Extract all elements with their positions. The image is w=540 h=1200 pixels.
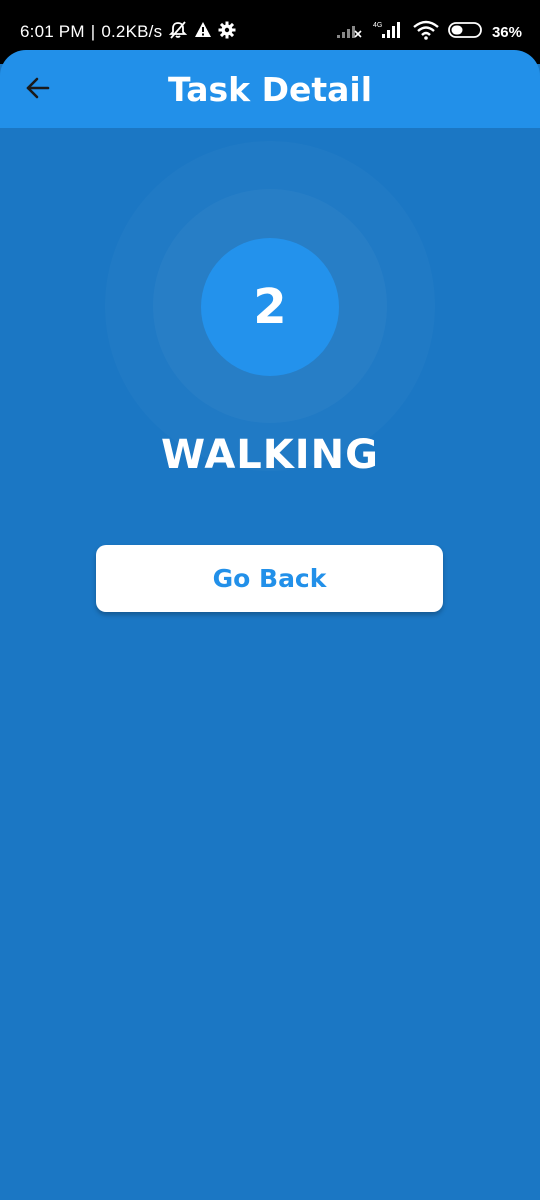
app-bar: Task Detail: [0, 50, 540, 128]
network-type-label: 4G: [373, 22, 382, 29]
status-net-speed: 0.2KB/s: [101, 22, 163, 41]
page-title: Task Detail: [167, 70, 373, 109]
settings-gear-icon: [218, 21, 236, 44]
go-back-button[interactable]: Go Back: [96, 545, 443, 612]
go-back-label: Go Back: [212, 564, 327, 593]
signal-no-service-icon: [336, 20, 362, 45]
status-separator: |: [90, 22, 96, 41]
status-right: 4G 36%: [336, 18, 522, 46]
wifi-icon: [412, 19, 440, 46]
status-time: 6:01 PM: [20, 22, 85, 41]
activity-label: WALKING: [161, 432, 379, 478]
battery-percentage: 36%: [491, 23, 522, 41]
bell-off-icon: [168, 20, 188, 45]
warning-icon: [194, 21, 212, 44]
task-count: 2: [253, 279, 287, 335]
task-count-circle: 2: [201, 238, 339, 376]
status-left: 6:01 PM | 0.2KB/s: [20, 20, 236, 44]
battery-icon: [448, 20, 484, 45]
signal-4g-icon: 4G: [370, 19, 404, 46]
